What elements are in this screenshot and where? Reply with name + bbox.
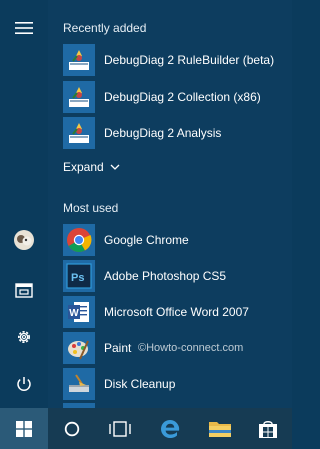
store-bag-icon: [259, 420, 277, 438]
recently-added-header: Recently added: [63, 21, 147, 35]
store-button[interactable]: [244, 408, 292, 449]
app-item-debugdiag-collection[interactable]: DebugDiag 2 Collection (x86): [63, 80, 291, 114]
app-item-label: DebugDiag 2 Collection (x86): [104, 90, 261, 104]
app-item-label: Microsoft Office Word 2007: [104, 305, 249, 319]
power-button[interactable]: [0, 362, 48, 406]
chevron-down-icon: [110, 164, 120, 170]
most-used-header: Most used: [63, 201, 119, 215]
user-avatar: [14, 230, 34, 250]
app-item-photoshop[interactable]: Ps Adobe Photoshop CS5: [63, 259, 291, 293]
svg-text:Ps: Ps: [71, 272, 84, 284]
word-icon: W: [63, 296, 95, 328]
power-icon: [17, 377, 31, 391]
app-item-google-chrome[interactable]: Google Chrome: [63, 223, 291, 257]
cortana-circle-icon: [64, 421, 80, 436]
settings-button[interactable]: [0, 315, 48, 359]
task-view-button[interactable]: [96, 408, 144, 449]
app-item-label: Google Chrome: [104, 233, 189, 247]
app-item-label: Disk Cleanup: [104, 377, 176, 391]
app-item-disk-cleanup[interactable]: Disk Cleanup: [63, 367, 291, 401]
disk-cleanup-icon: [63, 368, 95, 400]
svg-text:W: W: [69, 308, 79, 319]
chrome-icon: [63, 224, 95, 256]
app-item-label: Paint: [104, 341, 132, 355]
gear-icon: [18, 331, 30, 343]
edge-button[interactable]: [146, 408, 194, 449]
app-item-debugdiag-rulebuilder[interactable]: DebugDiag 2 RuleBuilder (beta): [63, 43, 291, 77]
app-item-word[interactable]: W Microsoft Office Word 2007: [63, 295, 291, 329]
expand-label: Expand: [63, 160, 104, 174]
file-explorer-rail-button[interactable]: [0, 268, 48, 312]
task-view-icon: [109, 420, 131, 437]
file-explorer-button[interactable]: [196, 408, 244, 449]
debugdiag-icon: [63, 117, 95, 149]
start-menu-rail: [0, 0, 48, 408]
edge-icon: [161, 419, 180, 438]
app-item-label: DebugDiag 2 RuleBuilder (beta): [104, 53, 275, 67]
menu-button[interactable]: [0, 6, 48, 50]
expand-button[interactable]: Expand: [63, 160, 120, 174]
debugdiag-icon: [63, 81, 95, 113]
app-item-label: DebugDiag 2 Analysis: [104, 126, 222, 140]
file-explorer-icon: [15, 283, 33, 298]
taskbar: [0, 408, 292, 449]
watermark-text: ©Howto-connect.com: [138, 342, 244, 354]
start-button[interactable]: [0, 408, 48, 449]
debugdiag-icon: [63, 44, 95, 76]
user-account-button[interactable]: [0, 218, 48, 262]
app-item-debugdiag-analysis[interactable]: DebugDiag 2 Analysis: [63, 116, 291, 150]
photoshop-icon: Ps: [63, 260, 95, 292]
paint-icon: [63, 332, 95, 364]
cortana-button[interactable]: [48, 408, 96, 449]
windows-logo-icon: [16, 420, 32, 437]
hamburger-menu-icon: [15, 22, 33, 34]
folder-icon: [209, 421, 231, 437]
app-item-label: Adobe Photoshop CS5: [104, 269, 227, 283]
